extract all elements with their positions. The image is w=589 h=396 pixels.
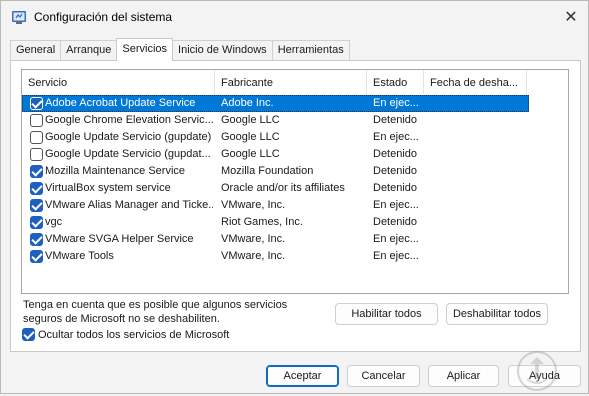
service-state: Detenido <box>373 114 418 126</box>
service-name: VMware Tools <box>45 250 114 262</box>
service-name: Google Chrome Elevation Servic... <box>45 114 213 126</box>
service-manufacturer: Adobe Inc. <box>221 97 274 109</box>
tab-tools[interactable]: Herramientas <box>271 40 350 61</box>
close-icon: ✕ <box>564 9 578 26</box>
service-name: vgc <box>45 216 63 228</box>
service-state: Detenido <box>373 182 418 194</box>
service-manufacturer: Google LLC <box>221 131 280 143</box>
list-header: Servicio Fabricante Estado Fecha de desh… <box>22 70 568 94</box>
note-line-1: Tenga en cuenta que es posible que algun… <box>23 299 288 311</box>
service-name: Adobe Acrobat Update Service <box>45 97 196 109</box>
service-manufacturer: VMware, Inc. <box>221 250 286 262</box>
service-manufacturer: VMware, Inc. <box>221 233 286 245</box>
service-row[interactable]: Mozilla Maintenance Service Mozilla Foun… <box>22 163 568 180</box>
service-row[interactable]: Adobe Acrobat Update Service Adobe Inc. … <box>22 95 529 112</box>
tab-strip: General Arranque Servicios Inicio de Win… <box>10 38 350 61</box>
service-state: En ejec... <box>373 199 419 211</box>
service-row[interactable]: Google Update Servicio (gupdat... Google… <box>22 146 568 163</box>
service-row[interactable]: Google Chrome Elevation Servic... Google… <box>22 112 568 129</box>
service-state: Detenido <box>373 216 418 228</box>
microsoft-services-note: Tenga en cuenta que es posible que algun… <box>23 298 323 326</box>
service-checkbox[interactable] <box>30 97 43 110</box>
service-checkbox[interactable] <box>30 148 43 161</box>
service-name: VMware SVGA Helper Service <box>45 233 194 245</box>
column-header-manufacturer[interactable]: Fabricante <box>215 70 367 94</box>
title-bar: Configuración del sistema ✕ <box>1 1 588 35</box>
tab-startup[interactable]: Inicio de Windows <box>172 40 273 61</box>
service-state: Detenido <box>373 165 418 177</box>
service-name: Mozilla Maintenance Service <box>45 165 186 177</box>
tab-boot[interactable]: Arranque <box>60 40 118 61</box>
service-row[interactable]: vgc Riot Games, Inc. Detenido <box>22 214 568 231</box>
column-header-service[interactable]: Servicio <box>22 70 215 94</box>
service-checkbox[interactable] <box>30 114 43 127</box>
service-checkbox[interactable] <box>30 250 43 263</box>
cancel-button[interactable]: Cancelar <box>347 365 420 387</box>
service-checkbox[interactable] <box>30 182 43 195</box>
service-state: En ejec... <box>373 250 419 262</box>
column-header-state[interactable]: Estado <box>367 70 424 94</box>
service-checkbox[interactable] <box>30 199 43 212</box>
service-manufacturer: VMware, Inc. <box>221 199 286 211</box>
note-line-2: seguros de Microsoft no se deshabiliten. <box>23 313 220 325</box>
column-header-disabled-date[interactable]: Fecha de desha... <box>424 70 527 94</box>
apply-button[interactable]: Aplicar <box>428 365 499 387</box>
service-manufacturer: Google LLC <box>221 148 280 160</box>
system-configuration-window: Configuración del sistema ✕ General Arra… <box>0 0 589 394</box>
service-row[interactable]: Google Update Servicio (gupdate) Google … <box>22 129 568 146</box>
hide-microsoft-services-checkbox[interactable] <box>22 328 35 341</box>
service-name: Google Update Servicio (gupdate) <box>45 131 212 143</box>
service-checkbox[interactable] <box>30 131 43 144</box>
service-row[interactable]: VirtualBox system service Oracle and/or … <box>22 180 568 197</box>
service-row[interactable]: VMware SVGA Helper Service VMware, Inc. … <box>22 231 568 248</box>
service-name: VirtualBox system service <box>45 182 171 194</box>
service-manufacturer: Mozilla Foundation <box>221 165 314 177</box>
tab-general[interactable]: General <box>10 40 62 61</box>
service-checkbox[interactable] <box>30 216 43 229</box>
service-state: En ejec... <box>373 131 419 143</box>
watermark-logo-icon <box>511 349 563 393</box>
service-state: Detenido <box>373 148 418 160</box>
window-title: Configuración del sistema <box>34 10 173 24</box>
hide-microsoft-services-label[interactable]: Ocultar todos los servicios de Microsoft <box>38 329 229 341</box>
services-panel: Servicio Fabricante Estado Fecha de desh… <box>10 60 581 352</box>
service-state: En ejec... <box>373 233 419 245</box>
service-manufacturer: Oracle and/or its affiliates <box>221 182 345 194</box>
service-name: Google Update Servicio (gupdat... <box>45 148 211 160</box>
enable-all-button[interactable]: Habilitar todos <box>335 303 438 325</box>
service-manufacturer: Riot Games, Inc. <box>221 216 303 228</box>
ok-button[interactable]: Aceptar <box>266 365 339 387</box>
service-row[interactable]: VMware Alias Manager and Ticke... VMware… <box>22 197 568 214</box>
service-row[interactable]: VMware Tools VMware, Inc. En ejec... <box>22 248 568 265</box>
service-checkbox[interactable] <box>30 165 43 178</box>
service-manufacturer: Google LLC <box>221 114 280 126</box>
service-checkbox[interactable] <box>30 233 43 246</box>
services-rows: Adobe Acrobat Update Service Adobe Inc. … <box>22 95 568 265</box>
msconfig-icon <box>11 9 27 25</box>
close-button[interactable]: ✕ <box>554 1 588 33</box>
service-state: En ejec... <box>373 97 419 109</box>
disable-all-button[interactable]: Deshabilitar todos <box>446 303 548 325</box>
tab-services[interactable]: Servicios <box>116 38 174 61</box>
service-name: VMware Alias Manager and Ticke... <box>45 199 213 211</box>
services-list[interactable]: Servicio Fabricante Estado Fecha de desh… <box>21 69 569 294</box>
